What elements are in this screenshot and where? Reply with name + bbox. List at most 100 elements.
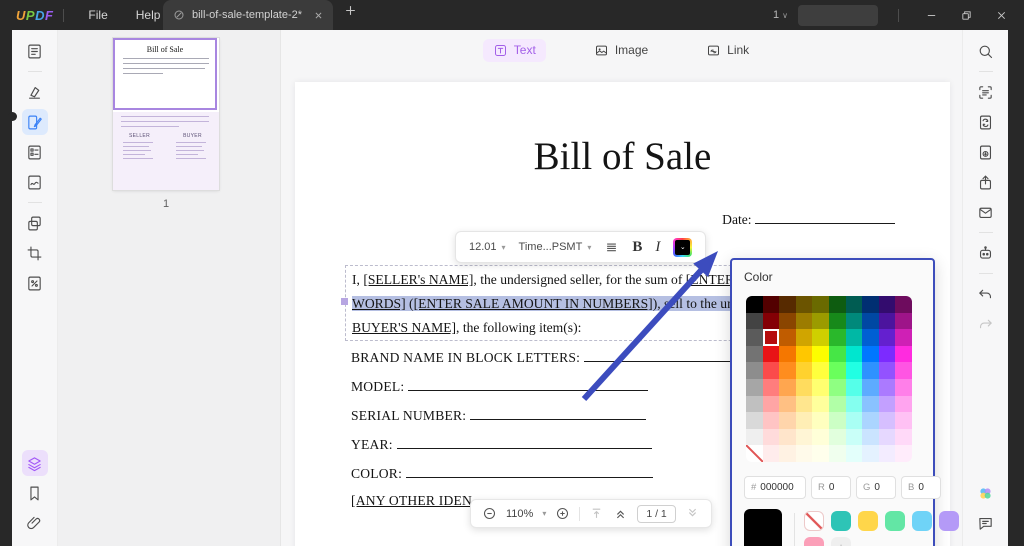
color-cell[interactable]: [812, 362, 829, 379]
color-cell[interactable]: [762, 412, 780, 429]
color-cell[interactable]: [812, 312, 829, 330]
color-cell[interactable]: [862, 428, 879, 446]
sidebar-item-compress[interactable]: [973, 139, 999, 165]
color-cell[interactable]: [762, 312, 780, 330]
sidebar-item-share[interactable]: [973, 169, 999, 195]
color-cell[interactable]: [762, 362, 780, 379]
tab-close-icon[interactable]: [314, 11, 323, 20]
preset-color-swatch[interactable]: [939, 511, 959, 531]
blue-value-input[interactable]: B0: [901, 476, 941, 499]
color-cell[interactable]: [828, 412, 846, 429]
preset-color-swatch[interactable]: [858, 511, 878, 531]
color-cell[interactable]: [878, 362, 896, 379]
preset-color-swatch[interactable]: [831, 511, 851, 531]
color-cell[interactable]: [795, 345, 813, 363]
tool-link-button[interactable]: Link: [696, 39, 759, 62]
color-cell[interactable]: [762, 445, 780, 462]
color-cell[interactable]: [746, 345, 763, 363]
color-cell[interactable]: [828, 296, 846, 313]
color-cell[interactable]: [895, 329, 912, 346]
green-value-input[interactable]: G0: [856, 476, 896, 499]
color-cell[interactable]: [795, 312, 813, 330]
no-color-swatch[interactable]: [804, 511, 824, 531]
color-cell[interactable]: [828, 395, 846, 413]
close-button[interactable]: [989, 10, 1014, 21]
sidebar-item-updf-ai[interactable]: [973, 480, 999, 506]
color-cell[interactable]: [895, 378, 912, 396]
sidebar-item-attachment[interactable]: [22, 510, 48, 536]
page-count-indicator[interactable]: 1 ∨: [773, 9, 788, 21]
color-cell[interactable]: [779, 329, 796, 346]
sidebar-item-organize[interactable]: [22, 210, 48, 236]
color-cell[interactable]: [878, 329, 896, 346]
sidebar-item-crop[interactable]: [22, 240, 48, 266]
preset-color-swatch[interactable]: [804, 537, 824, 546]
zoom-in-button[interactable]: [555, 506, 570, 521]
sidebar-item-ai-assistant[interactable]: [973, 240, 999, 266]
color-cell[interactable]: [862, 296, 879, 313]
color-cell[interactable]: [812, 445, 829, 462]
color-cell[interactable]: [779, 378, 796, 396]
text-box-handle[interactable]: [341, 298, 348, 305]
align-button[interactable]: [604, 240, 619, 255]
color-cell[interactable]: [878, 445, 896, 462]
color-cell[interactable]: [779, 412, 796, 429]
color-cell[interactable]: [878, 378, 896, 396]
restore-button[interactable]: [954, 10, 979, 21]
tool-text-button[interactable]: Text: [482, 38, 546, 62]
color-cell[interactable]: [895, 428, 912, 446]
sidebar-item-edit[interactable]: [21, 109, 48, 135]
color-cell[interactable]: [762, 378, 780, 396]
sidebar-item-sign[interactable]: [22, 169, 48, 195]
color-cell[interactable]: [845, 345, 863, 363]
color-cell[interactable]: [895, 412, 912, 429]
color-cell[interactable]: [862, 395, 879, 413]
page-thumbnail[interactable]: Bill of Sale SELLER BUYER: [113, 38, 219, 190]
color-cell[interactable]: [862, 445, 879, 462]
color-cell[interactable]: [895, 312, 912, 330]
color-cell[interactable]: [795, 445, 813, 462]
color-cell[interactable]: [878, 296, 896, 313]
color-cell[interactable]: [828, 362, 846, 379]
color-cell[interactable]: [795, 412, 813, 429]
sidebar-item-convert[interactable]: [973, 109, 999, 135]
sidebar-item-ocr[interactable]: [973, 79, 999, 105]
color-cell[interactable]: [746, 445, 763, 462]
zoom-dropdown-caret[interactable]: ▾: [542, 509, 546, 518]
color-cell[interactable]: [795, 395, 813, 413]
tool-image-button[interactable]: Image: [584, 39, 658, 62]
previous-page-button[interactable]: [613, 506, 628, 521]
color-cell[interactable]: [779, 428, 796, 446]
color-cell[interactable]: [812, 395, 829, 413]
next-page-button[interactable]: [685, 506, 700, 521]
color-cell[interactable]: [828, 329, 846, 346]
color-cell[interactable]: [779, 362, 796, 379]
color-cell[interactable]: [795, 428, 813, 446]
sidebar-item-redo[interactable]: [973, 311, 999, 337]
color-cell[interactable]: [812, 345, 829, 363]
page-indicator-box[interactable]: 1 / 1: [637, 504, 676, 523]
color-cell[interactable]: [845, 445, 863, 462]
color-cell[interactable]: [845, 312, 863, 330]
color-cell[interactable]: [746, 378, 763, 396]
italic-button[interactable]: I: [655, 239, 660, 256]
color-cell[interactable]: [828, 428, 846, 446]
color-cell[interactable]: [895, 395, 912, 413]
color-cell[interactable]: [895, 362, 912, 379]
sidebar-item-undo[interactable]: [973, 281, 999, 307]
color-cell[interactable]: [878, 428, 896, 446]
new-tab-button[interactable]: [344, 4, 357, 17]
color-cell[interactable]: [878, 345, 896, 363]
preset-color-swatch[interactable]: [912, 511, 932, 531]
color-cell[interactable]: [746, 412, 763, 429]
color-cell[interactable]: [812, 329, 829, 346]
titlebar-pill[interactable]: [798, 4, 878, 26]
color-cell[interactable]: [862, 312, 879, 330]
color-cell[interactable]: [845, 329, 863, 346]
color-cell[interactable]: [845, 395, 863, 413]
sidebar-item-forms[interactable]: [22, 139, 48, 165]
hex-color-input[interactable]: #000000: [744, 476, 806, 499]
color-cell[interactable]: [828, 312, 846, 330]
minimize-button[interactable]: [919, 10, 944, 21]
color-cell[interactable]: [762, 345, 780, 363]
